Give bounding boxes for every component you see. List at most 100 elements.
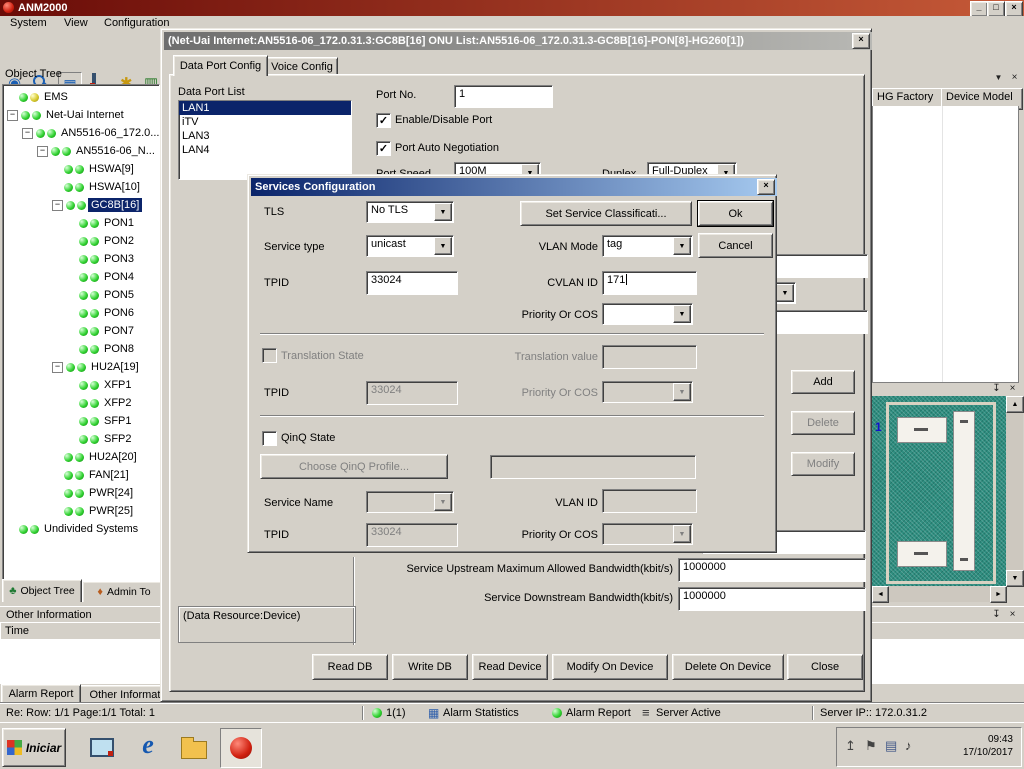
set-service-classification-button[interactable]: Set Service Classificati... [520, 201, 692, 226]
tree-node[interactable]: PON4 [3, 268, 159, 286]
close-icon[interactable]: × [757, 179, 775, 195]
tray-up-icon[interactable]: ↥ [845, 738, 856, 754]
data-port-list-item[interactable]: LAN4 [179, 143, 351, 157]
scroll-down-icon[interactable]: ▼ [1006, 570, 1024, 587]
scroll-up-icon[interactable]: ▲ [1006, 396, 1024, 413]
panel-collapse-icon[interactable]: ▼ [992, 71, 1005, 84]
tree-node[interactable]: PON5 [3, 286, 159, 304]
tab-alarm-report[interactable]: Alarm Report [1, 684, 81, 703]
tab-admin-tool[interactable]: ♦ Admin To [82, 581, 166, 602]
tree-node[interactable]: −Net-Uai Internet [3, 106, 159, 124]
horizontal-scrollbar[interactable]: ◄ ► [872, 586, 1006, 602]
tray-flag-icon[interactable]: ⚑ [865, 738, 877, 754]
auto-negotiation-checkbox[interactable]: ✓ [376, 141, 391, 156]
menu-system[interactable]: System [10, 17, 47, 29]
tree-node[interactable]: XFP2 [3, 394, 159, 412]
tree-node[interactable]: SFP1 [3, 412, 159, 430]
add-button[interactable]: Add [791, 370, 855, 394]
chevron-down-icon[interactable]: ▼ [434, 203, 452, 221]
delete-on-device-button[interactable]: Delete On Device [672, 654, 784, 680]
choose-qinq-profile-button[interactable]: Choose QinQ Profile... [260, 454, 448, 479]
start-button[interactable]: Iniciar [2, 728, 66, 767]
tpid-field[interactable]: 33024 [366, 271, 458, 295]
tree-node[interactable]: FAN[21] [3, 466, 159, 484]
vertical-scrollbar[interactable]: ▲ ▼ [1006, 396, 1023, 586]
tree-node[interactable]: PON6 [3, 304, 159, 322]
taskbar-anm2000-button[interactable] [220, 728, 262, 768]
vlan-mode-select[interactable]: tag ▼ [602, 235, 693, 257]
close-button[interactable]: Close [787, 654, 863, 680]
tree-node[interactable]: Undivided Systems [3, 520, 159, 538]
tree-node[interactable]: PON2 [3, 232, 159, 250]
close-icon[interactable]: × [852, 33, 870, 49]
ok-button[interactable]: Ok [698, 201, 773, 226]
tree-expander-icon[interactable]: − [7, 110, 18, 121]
tab-other-information[interactable]: Other Informat [79, 685, 171, 703]
tree-node[interactable]: SFP2 [3, 430, 159, 448]
cvlan-id-field[interactable]: 171 [602, 271, 697, 295]
taskbar-browser-icon[interactable]: e [130, 725, 166, 765]
scroll-left-icon[interactable]: ◄ [872, 586, 889, 603]
data-port-list-item[interactable]: iTV [179, 115, 351, 129]
minimize-button[interactable]: _ [970, 1, 988, 16]
qinq-vlan-id-field[interactable] [602, 489, 697, 513]
qinq-tpid-field[interactable]: 33024 [366, 523, 458, 547]
pin-icon[interactable]: ↧ [990, 382, 1003, 395]
tree-node[interactable]: PON1 [3, 214, 159, 232]
tree-node[interactable]: PON8 [3, 340, 159, 358]
chevron-down-icon[interactable]: ▼ [776, 284, 794, 302]
chevron-down-icon[interactable]: ▼ [673, 305, 691, 323]
tab-data-port-config[interactable]: Data Port Config [173, 55, 268, 76]
tree-node[interactable]: −AN5516-06_N... [3, 142, 159, 160]
translation-value-field[interactable] [602, 345, 697, 369]
translation-tpid-field[interactable]: 33024 [366, 381, 458, 405]
pin-icon[interactable]: ↧ [990, 608, 1003, 621]
tree-expander-icon[interactable]: − [52, 362, 63, 373]
upstream-bandwidth-field[interactable]: 1000000 [678, 558, 866, 582]
tree-expander-icon[interactable]: − [22, 128, 33, 139]
object-tree-body[interactable]: EMS−Net-Uai Internet−AN5516-06_172.0...−… [2, 84, 160, 583]
tray-volume-icon[interactable]: ♪ [905, 738, 912, 753]
close-button[interactable]: × [1005, 1, 1023, 16]
tree-node[interactable]: PON7 [3, 322, 159, 340]
onu-list-body[interactable] [872, 106, 1019, 383]
tree-expander-icon[interactable]: − [52, 200, 63, 211]
qinq-state-checkbox[interactable] [262, 431, 277, 446]
tree-node[interactable]: EMS [3, 88, 159, 106]
alarm-report-label[interactable]: Alarm Report [566, 707, 631, 719]
write-db-button[interactable]: Write DB [392, 654, 468, 680]
translation-priority-select[interactable]: ▼ [602, 381, 693, 403]
taskbar-computer-icon[interactable] [84, 729, 120, 765]
chevron-down-icon[interactable]: ▼ [673, 383, 691, 401]
enable-port-checkbox[interactable]: ✓ [376, 113, 391, 128]
port-no-field[interactable]: 1 [454, 85, 553, 108]
qinq-profile-field[interactable] [490, 455, 696, 479]
chevron-down-icon[interactable]: ▼ [673, 525, 691, 543]
downstream-bandwidth-field[interactable]: 1000000 [678, 587, 866, 611]
chevron-down-icon[interactable]: ▼ [673, 237, 691, 255]
translation-state-checkbox[interactable] [262, 348, 277, 363]
tree-node[interactable]: PWR[24] [3, 484, 159, 502]
tls-select[interactable]: No TLS ▼ [366, 201, 454, 223]
priority-cos-select[interactable]: ▼ [602, 303, 693, 325]
tray-disk-icon[interactable]: ▤ [885, 738, 897, 754]
modify-on-device-button[interactable]: Modify On Device [552, 654, 668, 680]
tree-node[interactable]: PWR[25] [3, 502, 159, 520]
panel-close-icon[interactable]: × [1008, 71, 1021, 84]
tree-node[interactable]: XFP1 [3, 376, 159, 394]
data-port-list-item[interactable]: LAN3 [179, 129, 351, 143]
panel-close-icon[interactable]: × [1006, 382, 1019, 395]
data-port-list[interactable]: LAN1iTVLAN3LAN4 [178, 100, 352, 180]
tree-node[interactable]: PON3 [3, 250, 159, 268]
service-type-select[interactable]: unicast ▼ [366, 235, 454, 257]
chevron-down-icon[interactable]: ▼ [434, 493, 452, 511]
tree-node[interactable]: HSWA[9] [3, 160, 159, 178]
tab-object-tree[interactable]: ♣ Object Tree [2, 579, 82, 602]
menu-view[interactable]: View [64, 17, 88, 29]
scroll-right-icon[interactable]: ► [990, 586, 1007, 603]
taskbar-folder-icon[interactable] [176, 731, 212, 763]
service-name-select[interactable]: ▼ [366, 491, 454, 513]
tree-node[interactable]: −AN5516-06_172.0... [3, 124, 159, 142]
maximize-button[interactable]: □ [987, 1, 1005, 16]
tree-node[interactable]: −HU2A[19] [3, 358, 159, 376]
